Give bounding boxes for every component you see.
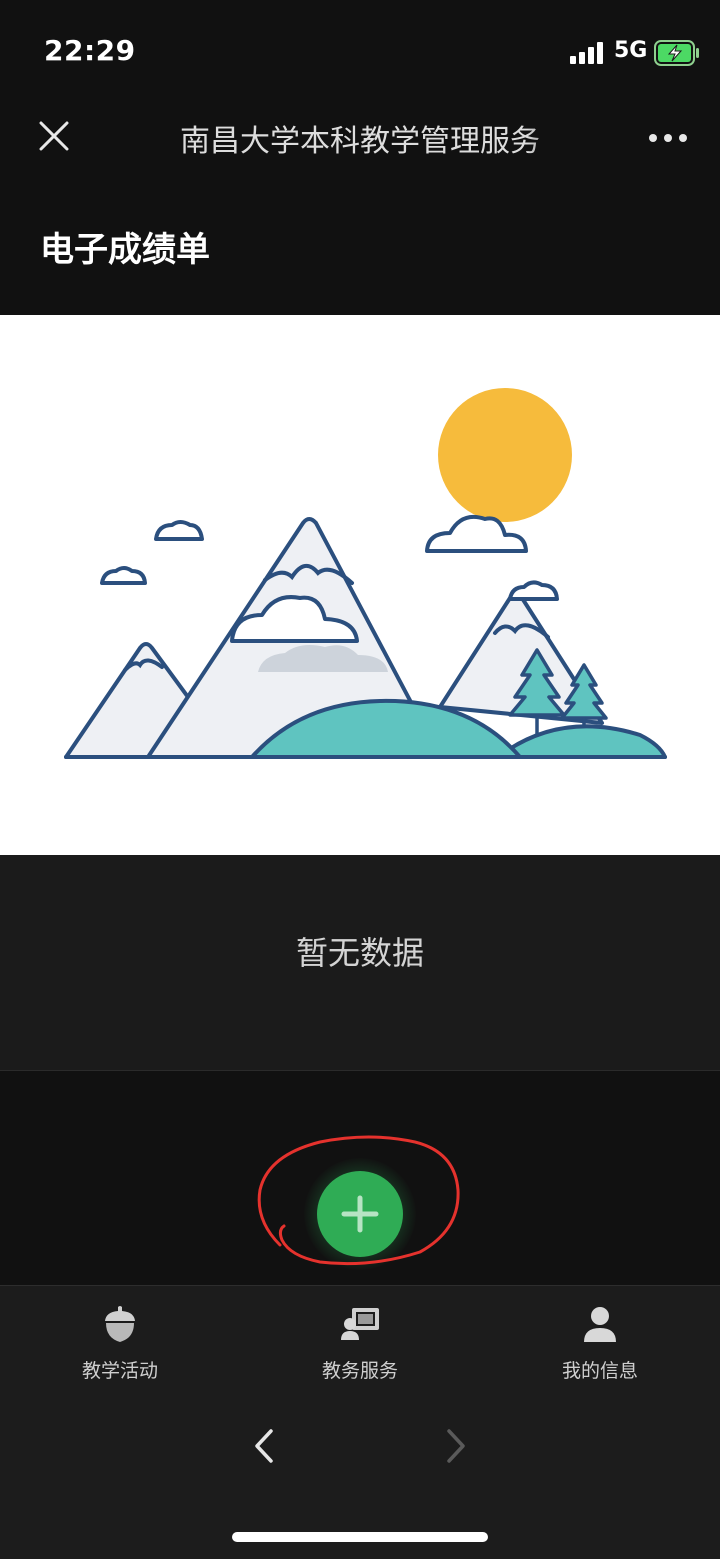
status-time: 22:29 [44, 34, 136, 67]
close-icon [39, 121, 69, 151]
sun-icon [438, 388, 572, 522]
network-type: 5G [614, 38, 648, 63]
page-title: 电子成绩单 [40, 230, 210, 270]
back-button[interactable] [240, 1420, 288, 1472]
tab-label: 教学活动 [81, 1360, 158, 1382]
signal-icon [570, 42, 603, 64]
tab-teaching-activities[interactable]: 教学活动 [0, 1300, 240, 1390]
tab-academic-services[interactable]: 教务服务 [240, 1300, 480, 1390]
more-icon [649, 134, 687, 142]
nav-title: 南昌大学本科教学管理服务 [180, 124, 540, 159]
forward-button[interactable] [432, 1420, 480, 1472]
empty-illustration [0, 315, 720, 855]
mountain-landscape-illustration [64, 388, 667, 759]
tab-my-info[interactable]: 我的信息 [480, 1300, 720, 1390]
acorn-icon [105, 1306, 135, 1342]
chevron-left-icon [255, 1429, 273, 1463]
chevron-right-icon [447, 1429, 465, 1463]
more-button[interactable] [640, 118, 696, 158]
teacher-board-icon [341, 1308, 379, 1340]
battery-charging-icon [654, 40, 699, 66]
tab-label: 教务服务 [321, 1360, 398, 1382]
close-button[interactable] [30, 112, 78, 160]
red-circle-annotation [257, 1135, 460, 1266]
user-icon [584, 1307, 616, 1342]
tab-label: 我的信息 [561, 1360, 638, 1382]
home-indicator[interactable] [232, 1532, 488, 1542]
empty-state-text: 暂无数据 [295, 934, 424, 972]
